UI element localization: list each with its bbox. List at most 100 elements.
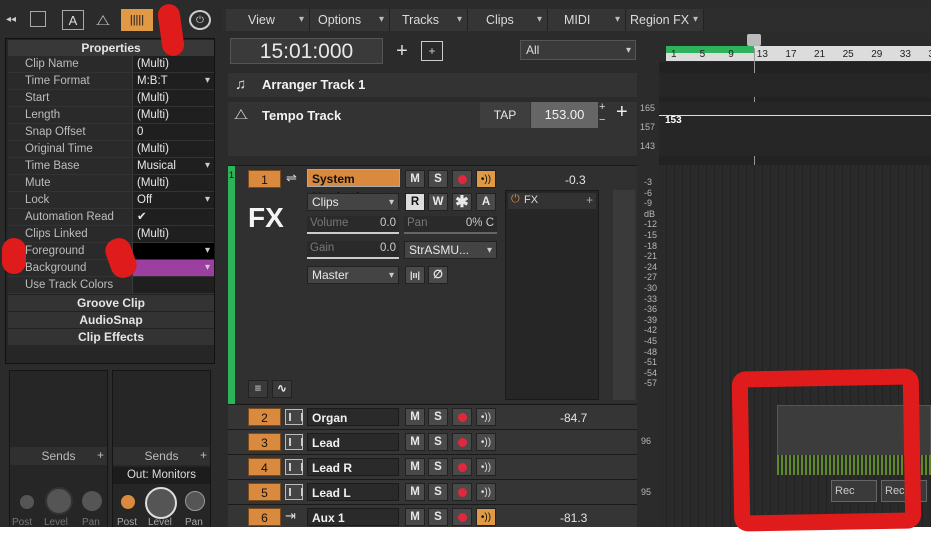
- track-number[interactable]: 5: [248, 483, 281, 501]
- property-value[interactable]: (Multi): [133, 141, 214, 157]
- menu-clips[interactable]: Clips: [468, 9, 548, 31]
- input-echo-button[interactable]: •)): [476, 483, 496, 501]
- property-value[interactable]: Off: [133, 192, 214, 208]
- volume-slider[interactable]: Volume 0.0: [307, 216, 399, 234]
- section-audiosnap[interactable]: AudioSnap: [8, 311, 214, 328]
- track-volume[interactable]: -81.3: [560, 511, 587, 525]
- a-icon[interactable]: A: [62, 10, 84, 30]
- mute-button[interactable]: M: [405, 508, 425, 526]
- solo-button[interactable]: S: [428, 433, 448, 451]
- record-arm-button[interactable]: [452, 483, 472, 501]
- property-value[interactable]: ✔: [133, 209, 214, 225]
- level-knob[interactable]: [45, 487, 73, 515]
- input-echo-button[interactable]: •)): [476, 458, 496, 476]
- add-fx-icon[interactable]: +: [586, 193, 593, 207]
- track-name-field[interactable]: Lead: [307, 433, 399, 451]
- property-value[interactable]: (Multi): [133, 107, 214, 123]
- loop-region[interactable]: [666, 46, 754, 53]
- skip-back-icon[interactable]: ◂◂: [3, 11, 19, 27]
- solo-button[interactable]: S: [428, 483, 448, 501]
- solo-button[interactable]: S: [428, 458, 448, 476]
- menu-region-fx[interactable]: Region FX: [626, 9, 704, 31]
- mute-button[interactable]: M: [405, 483, 425, 501]
- list-icon[interactable]: ≡: [248, 380, 268, 398]
- input-echo-button[interactable]: •)): [476, 170, 496, 188]
- asterisk-icon[interactable]: ✱: [452, 193, 472, 211]
- menu-tracks[interactable]: Tracks: [390, 9, 468, 31]
- add-send-icon[interactable]: +: [97, 448, 104, 462]
- mute-button[interactable]: M: [405, 433, 425, 451]
- phase-icon[interactable]: |ıı|: [405, 266, 425, 284]
- track-number[interactable]: 1: [248, 170, 281, 188]
- track-volume[interactable]: -84.7: [560, 411, 587, 425]
- input-dropdown[interactable]: StrASMU...: [404, 241, 497, 259]
- menu-options[interactable]: Options: [310, 9, 390, 31]
- track-name-field[interactable]: Lead L: [307, 483, 399, 501]
- pan-knob[interactable]: [82, 491, 102, 511]
- pan-slider[interactable]: Pan 0% C: [404, 216, 497, 234]
- track-name-field[interactable]: Aux 1: [307, 508, 399, 526]
- output-label[interactable]: Out: Monitors: [113, 467, 210, 484]
- add-tempo-icon[interactable]: +: [616, 101, 628, 124]
- property-value[interactable]: (Multi): [133, 175, 214, 191]
- post-button[interactable]: [20, 495, 34, 509]
- section-clip-effects[interactable]: Clip Effects: [8, 328, 214, 345]
- read-automation-button[interactable]: R: [405, 193, 425, 211]
- power-icon[interactable]: ⏻: [189, 10, 211, 30]
- tap-button[interactable]: TAP: [480, 102, 530, 128]
- track-number[interactable]: 2: [248, 408, 281, 426]
- mute-button[interactable]: M: [405, 458, 425, 476]
- property-value[interactable]: (Multi): [133, 56, 214, 72]
- track-filter-dropdown[interactable]: All: [520, 40, 636, 60]
- property-value[interactable]: M:B:T: [133, 73, 214, 89]
- solo-button[interactable]: S: [428, 408, 448, 426]
- input-echo-button[interactable]: •)): [476, 433, 496, 451]
- track-number[interactable]: 3: [248, 433, 281, 451]
- track-number[interactable]: 4: [248, 458, 281, 476]
- record-arm-button[interactable]: [452, 170, 472, 188]
- track-name-field[interactable]: Organ: [307, 408, 399, 426]
- record-arm-button[interactable]: [452, 433, 472, 451]
- section-groove-clip[interactable]: Groove Clip: [8, 294, 214, 311]
- write-automation-button[interactable]: W: [428, 193, 448, 211]
- track-name-field[interactable]: Lead R: [307, 458, 399, 476]
- solo-button[interactable]: S: [428, 508, 448, 526]
- metronome-icon[interactable]: ⧍: [92, 10, 114, 30]
- playhead-handle[interactable]: [747, 34, 761, 46]
- record-arm-button[interactable]: [452, 408, 472, 426]
- output-dropdown[interactable]: Master: [307, 266, 399, 284]
- time-display[interactable]: 15:01:000: [230, 38, 383, 64]
- track-number[interactable]: 6: [248, 508, 281, 526]
- automation-icon[interactable]: ∿: [272, 380, 292, 398]
- add-track-icon[interactable]: +: [391, 40, 413, 62]
- clips-dropdown[interactable]: Clips: [307, 193, 399, 211]
- property-value[interactable]: Musical: [133, 158, 214, 174]
- track-volume[interactable]: -0.3: [565, 173, 586, 187]
- menu-midi[interactable]: MIDI: [548, 9, 626, 31]
- mute-button[interactable]: M: [405, 170, 425, 188]
- layout-icon[interactable]: [30, 11, 46, 27]
- input-echo-button[interactable]: •)): [476, 408, 496, 426]
- tempo-down-icon[interactable]: −: [599, 115, 610, 127]
- property-value[interactable]: 0: [133, 124, 214, 140]
- eq-icon[interactable]: ⇌: [286, 170, 297, 186]
- record-arm-button[interactable]: [452, 458, 472, 476]
- pan-knob[interactable]: [185, 491, 205, 511]
- interleave-icon[interactable]: ∅: [428, 266, 448, 284]
- tempo-value[interactable]: 153.00: [531, 102, 598, 128]
- input-echo-button[interactable]: •)): [476, 508, 496, 526]
- property-value[interactable]: [133, 260, 214, 276]
- archive-button[interactable]: A: [476, 193, 496, 211]
- fx-bin[interactable]: ⏻ FX +: [505, 190, 599, 400]
- gain-slider[interactable]: Gain 0.0: [307, 241, 399, 259]
- property-value[interactable]: [133, 277, 214, 293]
- add-folder-icon[interactable]: +: [421, 41, 443, 61]
- add-send-icon[interactable]: +: [200, 448, 207, 462]
- track-name-field[interactable]: System Monitori: [307, 169, 400, 204]
- tempo-up-icon[interactable]: +: [599, 102, 610, 114]
- record-arm-button[interactable]: [452, 508, 472, 526]
- property-value[interactable]: (Multi): [133, 90, 214, 106]
- property-value[interactable]: [133, 243, 214, 259]
- waveform-icon[interactable]: |||||: [121, 9, 153, 31]
- mute-button[interactable]: M: [405, 408, 425, 426]
